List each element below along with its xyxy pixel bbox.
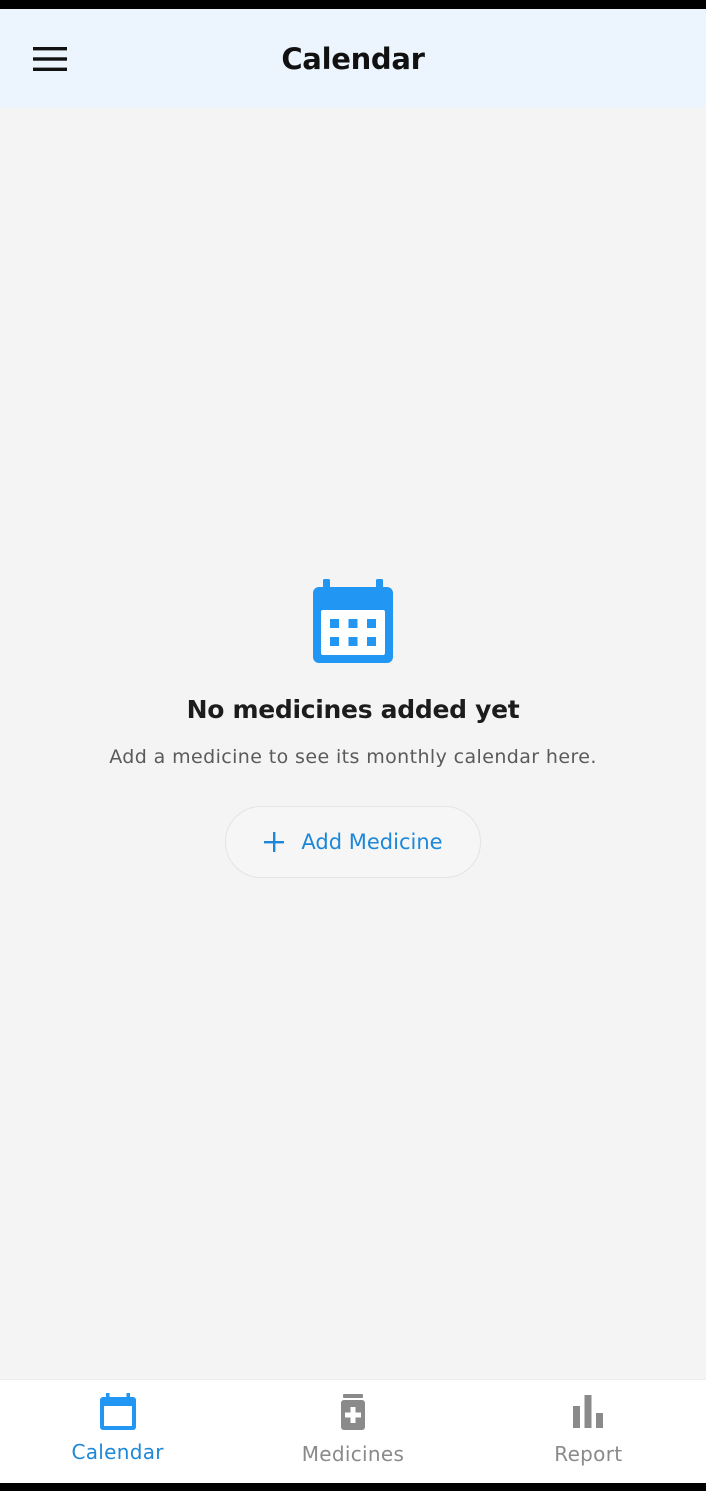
app-bar: Calendar [0, 9, 706, 108]
nav-label-medicines: Medicines [301, 1442, 405, 1466]
medicine-bottle-icon [340, 1394, 365, 1430]
page-title: Calendar [281, 41, 425, 76]
nav-item-medicines[interactable]: Medicines [235, 1380, 470, 1483]
hamburger-menu-icon [33, 47, 67, 71]
calendar-icon [99, 1393, 136, 1430]
nav-label-calendar: Calendar [71, 1440, 164, 1464]
add-medicine-label: Add Medicine [301, 830, 443, 854]
bottom-navigation: Calendar Medicines Report [0, 1379, 706, 1483]
nav-item-report[interactable]: Report [471, 1380, 706, 1483]
nav-label-report: Report [554, 1442, 623, 1466]
plus-icon [264, 832, 285, 852]
empty-state-subtitle: Add a medicine to see its monthly calend… [109, 746, 597, 768]
calendar-icon [313, 579, 393, 663]
nav-item-calendar[interactable]: Calendar [0, 1380, 235, 1483]
empty-state-title: No medicines added yet [186, 695, 520, 724]
app-screen: Calendar No medicines added yet Add a me… [0, 9, 706, 1483]
add-medicine-button[interactable]: Add Medicine [225, 806, 481, 878]
menu-button[interactable] [22, 35, 78, 83]
bar-chart-icon [573, 1395, 604, 1428]
empty-state: No medicines added yet Add a medicine to… [0, 579, 706, 878]
